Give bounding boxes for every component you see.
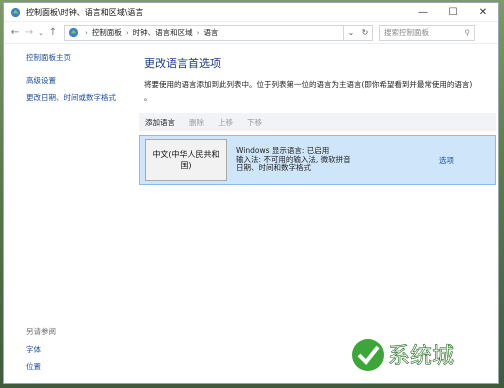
up-arrow-icon[interactable]: ↑ [46, 24, 60, 42]
sidebar: 控制面板主页 高级设置 更改日期、时间或数字格式 [26, 53, 136, 110]
control-panel-icon [68, 27, 79, 38]
search-placeholder: 搜索控制面板 [384, 28, 429, 37]
breadcrumb-item[interactable]: 时钟、语言和区域 [133, 27, 193, 38]
title-bar: 控制面板\时钟、语言和区域\语言 — ☐ ✕ [4, 3, 498, 22]
add-language-button[interactable]: 添加语言 [145, 117, 175, 128]
address-bar[interactable]: › 控制面板 › 时钟、语言和区域 › 语言 [64, 24, 344, 41]
history-dropdown-icon[interactable]: ⌄ [344, 26, 358, 40]
window-title: 控制面板\时钟、语言和区域\语言 [26, 7, 144, 17]
language-toolbar: 添加语言 删除 上移 下移 [139, 113, 496, 131]
minimize-button[interactable]: — [408, 3, 438, 22]
breadcrumb-item[interactable]: 控制面板 [92, 27, 122, 38]
maximize-button[interactable]: ☐ [438, 3, 468, 22]
close-button[interactable]: ✕ [468, 3, 498, 22]
sidebar-home-link[interactable]: 控制面板主页 [26, 53, 136, 62]
move-down-button[interactable]: 下移 [247, 117, 262, 128]
control-panel-window: 控制面板\时钟、语言和区域\语言 — ☐ ✕ ← → ⌄ ↑ › 控制面板 › … [3, 2, 499, 384]
see-also-section: 另请参阅 字体 位置 [26, 326, 126, 379]
sidebar-advanced-settings-link[interactable]: 高级设置 [26, 76, 136, 85]
refresh-icon[interactable]: ↻ [358, 26, 372, 40]
see-also-label: 另请参阅 [26, 327, 56, 336]
move-up-button[interactable]: 上移 [218, 117, 233, 128]
fonts-link[interactable]: 字体 [26, 345, 126, 354]
back-arrow-icon[interactable]: ← [8, 24, 22, 42]
watermark-brand: 系统城 [388, 344, 454, 369]
control-panel-icon [10, 7, 21, 17]
language-name[interactable]: 中文(中华人民共和国) [145, 139, 227, 181]
chevron-down-icon[interactable]: ⌄ [36, 24, 46, 42]
language-details: Windows 显示语言: 已启用 输入法: 不可用的输入法, 微软拼音 日期、… [236, 147, 431, 173]
page-description-end: 。 [144, 93, 152, 102]
language-list-item[interactable]: 中文(中华人民共和国) Windows 显示语言: 已启用 输入法: 不可用的输… [139, 135, 496, 185]
search-input[interactable]: 搜索控制面板 ⚲ [379, 24, 475, 41]
main-content: 更改语言首选项 将要使用的语言添加到此列表中。位于列表第一位的语言为主语言(即你… [144, 55, 498, 103]
location-link[interactable]: 位置 [26, 362, 126, 371]
forward-arrow-icon[interactable]: → [22, 24, 36, 42]
remove-language-button[interactable]: 删除 [189, 117, 204, 128]
watermark-url: Xitong city.com [387, 373, 458, 383]
language-options-link[interactable]: 选项 [439, 155, 454, 166]
format-status: 日期、时间和数字格式 [236, 163, 311, 173]
breadcrumb-separator-icon: › [85, 28, 88, 37]
page-title: 更改语言首选项 [144, 57, 221, 70]
sidebar-date-format-link[interactable]: 更改日期、时间或数字格式 [26, 93, 136, 102]
site-logo-watermark: 系统城 Xitong city.com [352, 339, 458, 383]
search-icon: ⚲ [464, 28, 471, 37]
breadcrumb-item[interactable]: 语言 [203, 27, 218, 38]
breadcrumb-separator-icon: › [125, 28, 129, 37]
navigation-bar: ← → ⌄ ↑ › 控制面板 › 时钟、语言和区域 › 语言 ⌄ ↻ 搜索控制面… [4, 22, 498, 44]
page-description: 将要使用的语言添加到此列表中。位于列表第一位的语言为主语言(即你希望看到并最常使… [144, 80, 473, 89]
breadcrumb-separator-icon: › [196, 28, 200, 37]
